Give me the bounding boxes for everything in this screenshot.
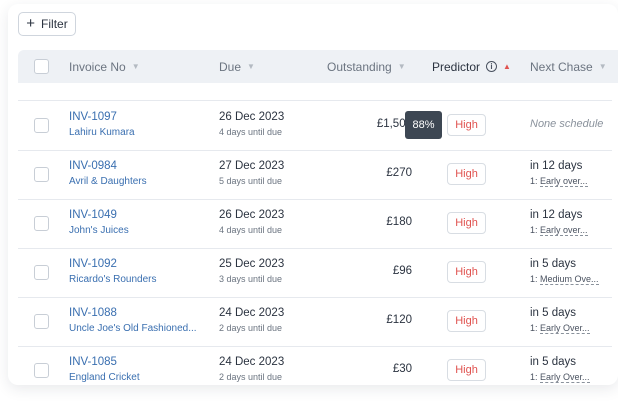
customer-name-link[interactable]: England Cricket bbox=[69, 372, 140, 383]
customer-name-link[interactable]: Avril & Daughters bbox=[69, 176, 147, 187]
chase-step-number: 1: bbox=[530, 274, 538, 284]
filter-button[interactable]: + Filter bbox=[18, 12, 76, 36]
outstanding-amount: £120 bbox=[386, 314, 412, 326]
predictor-badge[interactable]: High bbox=[447, 114, 486, 136]
plus-icon: + bbox=[26, 15, 36, 32]
days-until-due: 3 days until due bbox=[219, 274, 283, 284]
row-checkbox[interactable] bbox=[34, 265, 49, 280]
customer-name-link[interactable]: John's Juices bbox=[69, 225, 129, 236]
customer-name-link[interactable]: Ricardo's Rounders bbox=[69, 274, 157, 285]
next-chase-step: 1: Early Over... bbox=[530, 372, 590, 383]
due-date: 26 Dec 2023 bbox=[219, 111, 285, 123]
next-chase-step: 1: Medium Ove... bbox=[530, 274, 599, 285]
column-header-due[interactable]: Due ▼ bbox=[219, 50, 255, 83]
column-header-label: Outstanding bbox=[327, 59, 392, 74]
column-header-invoice-no[interactable]: Invoice No ▼ bbox=[69, 50, 140, 83]
chase-step-number: 1: bbox=[530, 176, 538, 186]
days-until-due: 2 days until due bbox=[219, 372, 283, 382]
scrolled-row-peek bbox=[18, 83, 612, 101]
table-row[interactable]: INV-1097 Lahiru Kumara 26 Dec 2023 4 day… bbox=[18, 101, 612, 151]
row-checkbox[interactable] bbox=[34, 167, 49, 182]
invoice-number-link[interactable]: INV-1085 bbox=[69, 356, 117, 368]
days-until-due: 4 days until due bbox=[219, 225, 283, 235]
select-all-checkbox[interactable] bbox=[34, 59, 49, 74]
chase-template-link[interactable]: Early over... bbox=[540, 176, 588, 187]
outstanding-amount: £30 bbox=[392, 363, 412, 375]
column-header-predictor[interactable]: Predictor i ▲ bbox=[432, 50, 511, 83]
sort-caret-icon: ▼ bbox=[598, 62, 607, 71]
chase-step-number: 1: bbox=[530, 372, 538, 382]
sort-caret-icon: ▼ bbox=[397, 62, 406, 71]
table-row[interactable]: INV-1085 England Cricket 24 Dec 2023 2 d… bbox=[18, 346, 612, 385]
due-date: 24 Dec 2023 bbox=[219, 307, 285, 319]
invoice-number-link[interactable]: INV-1097 bbox=[69, 111, 117, 123]
chase-template-link[interactable]: Early Over... bbox=[540, 323, 590, 334]
row-checkbox[interactable] bbox=[34, 363, 49, 378]
column-header-label: Due bbox=[219, 59, 242, 74]
table-row[interactable]: INV-1088 Uncle Joe's Old Fashioned... 24… bbox=[18, 297, 612, 347]
invoice-number-link[interactable]: INV-1088 bbox=[69, 307, 117, 319]
sort-caret-icon: ▼ bbox=[247, 62, 255, 71]
chase-template-link[interactable]: Early Over... bbox=[540, 372, 590, 383]
due-date: 26 Dec 2023 bbox=[219, 209, 285, 221]
predictor-badge[interactable]: High bbox=[447, 163, 486, 185]
days-until-due: 2 days until due bbox=[219, 323, 283, 333]
outstanding-amount: £96 bbox=[392, 265, 412, 277]
due-date: 25 Dec 2023 bbox=[219, 258, 285, 270]
sort-caret-up-icon: ▲ bbox=[503, 62, 511, 71]
predictor-badge[interactable]: High bbox=[447, 261, 486, 283]
filter-label: Filter bbox=[41, 17, 68, 31]
row-checkbox[interactable] bbox=[34, 314, 49, 329]
table-row[interactable]: INV-1049 John's Juices 26 Dec 2023 4 day… bbox=[18, 199, 612, 249]
invoice-number-link[interactable]: INV-0984 bbox=[69, 160, 117, 172]
outstanding-amount: £270 bbox=[386, 167, 412, 179]
due-date: 27 Dec 2023 bbox=[219, 160, 285, 172]
next-chase-none: None schedule bbox=[530, 118, 604, 130]
column-header-label: Invoice No bbox=[69, 59, 126, 74]
next-chase-step: 1: Early over... bbox=[530, 225, 588, 236]
table-row[interactable]: INV-0984 Avril & Daughters 27 Dec 2023 5… bbox=[18, 150, 612, 200]
table-header: Invoice No ▼ Due ▼ Outstanding ▼ Predict… bbox=[18, 50, 618, 83]
predictor-tooltip: 88% bbox=[405, 111, 442, 139]
predictor-badge[interactable]: High bbox=[447, 212, 486, 234]
customer-name-link[interactable]: Lahiru Kumara bbox=[69, 127, 135, 138]
column-header-outstanding[interactable]: Outstanding ▼ bbox=[327, 50, 406, 83]
next-chase-when: in 5 days bbox=[530, 307, 577, 319]
due-date: 24 Dec 2023 bbox=[219, 356, 285, 368]
outstanding-amount: £180 bbox=[386, 216, 412, 228]
customer-name-link[interactable]: Uncle Joe's Old Fashioned... bbox=[69, 323, 197, 334]
next-chase-when: in 12 days bbox=[530, 160, 583, 172]
next-chase-when: in 12 days bbox=[530, 209, 583, 221]
column-header-label: Next Chase bbox=[530, 59, 593, 74]
days-until-due: 4 days until due bbox=[219, 127, 283, 137]
row-checkbox[interactable] bbox=[34, 118, 49, 133]
next-chase-step: 1: Early over... bbox=[530, 176, 588, 187]
row-checkbox[interactable] bbox=[34, 216, 49, 231]
next-chase-when: in 5 days bbox=[530, 258, 577, 270]
invoice-table-card: + Filter Invoice No ▼ Due ▼ Outstanding … bbox=[8, 4, 618, 385]
invoice-number-link[interactable]: INV-1092 bbox=[69, 258, 117, 270]
next-chase-step: 1: Early Over... bbox=[530, 323, 590, 334]
column-header-label: Predictor bbox=[432, 59, 481, 74]
next-chase-when: in 5 days bbox=[530, 356, 577, 368]
chase-step-number: 1: bbox=[530, 225, 538, 235]
predictor-badge[interactable]: High bbox=[447, 359, 486, 381]
info-icon[interactable]: i bbox=[486, 61, 498, 72]
days-until-due: 5 days until due bbox=[219, 176, 283, 186]
column-header-next-chase[interactable]: Next Chase ▼ bbox=[530, 50, 607, 83]
table-row[interactable]: INV-1092 Ricardo's Rounders 25 Dec 2023 … bbox=[18, 248, 612, 298]
table-body: INV-1097 Lahiru Kumara 26 Dec 2023 4 day… bbox=[18, 83, 612, 385]
sort-caret-icon: ▼ bbox=[131, 62, 140, 71]
chase-step-number: 1: bbox=[530, 323, 538, 333]
invoice-number-link[interactable]: INV-1049 bbox=[69, 209, 117, 221]
chase-template-link[interactable]: Early over... bbox=[540, 225, 588, 236]
chase-template-link[interactable]: Medium Ove... bbox=[540, 274, 599, 285]
predictor-badge[interactable]: High bbox=[447, 310, 486, 332]
